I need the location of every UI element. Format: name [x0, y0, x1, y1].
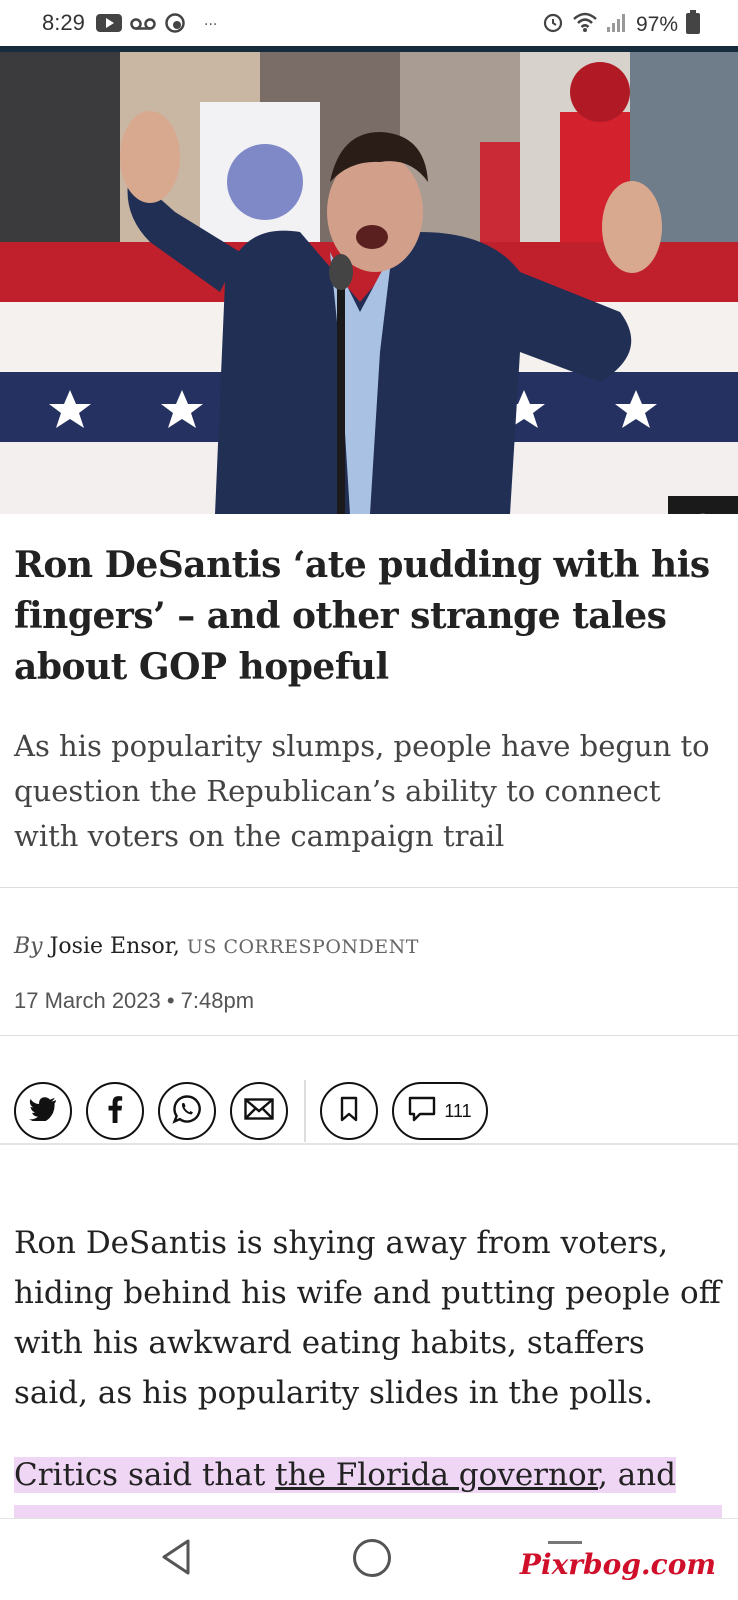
sync-icon — [164, 12, 186, 38]
nav-recents-button[interactable] — [548, 1541, 582, 1544]
alarm-icon — [542, 11, 564, 39]
comments-button[interactable]: 111 — [392, 1082, 488, 1140]
voicemail-icon — [130, 16, 156, 35]
article-headline: Ron DeSantis ‘ate pudding with his finge… — [14, 544, 710, 688]
facebook-icon — [107, 1095, 123, 1127]
author-name[interactable]: Josie Ensor, — [50, 934, 180, 959]
watermark-text: Pixrbog.com — [519, 1548, 716, 1581]
author-role: US CORRESPONDENT — [186, 936, 419, 958]
divider — [0, 1143, 738, 1145]
twitter-icon — [29, 1097, 57, 1125]
florida-governor-link[interactable]: the Florida governor — [275, 1457, 598, 1493]
article-paragraph: Ron DeSantis is shying away from voters,… — [14, 1225, 721, 1411]
article-paragraph-highlighted: Critics said that the Florida governor, … — [14, 1450, 726, 1500]
paragraph-text: , and — [598, 1457, 677, 1493]
battery-percent: 97% — [635, 13, 678, 36]
share-twitter-button[interactable] — [14, 1082, 72, 1140]
battery-icon — [686, 10, 700, 40]
publish-date: 17 March 2023 • 7:48pm — [14, 988, 255, 1013]
email-icon — [244, 1098, 274, 1124]
paragraph-text: Critics said that — [14, 1457, 276, 1493]
whatsapp-icon — [172, 1094, 202, 1128]
image-info-button[interactable] — [668, 496, 738, 514]
status-bar: 8:29 ··· 97% — [0, 0, 738, 48]
wifi-icon — [572, 11, 598, 39]
byline: By Josie Ensor, US CORRESPONDENT — [14, 934, 419, 959]
more-notifications: ··· — [204, 17, 218, 33]
share-email-button[interactable] — [230, 1082, 288, 1140]
article-hero-image — [0, 52, 738, 514]
truncated-highlighted-line — [14, 1505, 722, 1519]
signal-icon — [606, 11, 628, 39]
info-icon — [684, 512, 722, 514]
nav-home-button[interactable] — [353, 1539, 391, 1577]
share-toolbar: 111 — [14, 1080, 488, 1142]
youtube-icon — [96, 13, 122, 37]
article-standfirst: As his popularity slumps, people have be… — [14, 729, 710, 853]
status-time: 8:29 — [42, 10, 85, 35]
nav-back-button[interactable] — [158, 1537, 194, 1581]
toolbar-separator — [304, 1080, 306, 1142]
comment-icon — [408, 1096, 436, 1127]
bookmark-icon — [340, 1096, 358, 1126]
divider — [0, 887, 738, 888]
bookmark-button[interactable] — [320, 1082, 378, 1140]
byline-prefix: By — [14, 934, 43, 959]
notification-icons: ··· — [96, 12, 217, 38]
divider — [0, 1035, 738, 1036]
comment-count: 111 — [444, 1100, 472, 1121]
share-whatsapp-button[interactable] — [158, 1082, 216, 1140]
share-facebook-button[interactable] — [86, 1082, 144, 1140]
